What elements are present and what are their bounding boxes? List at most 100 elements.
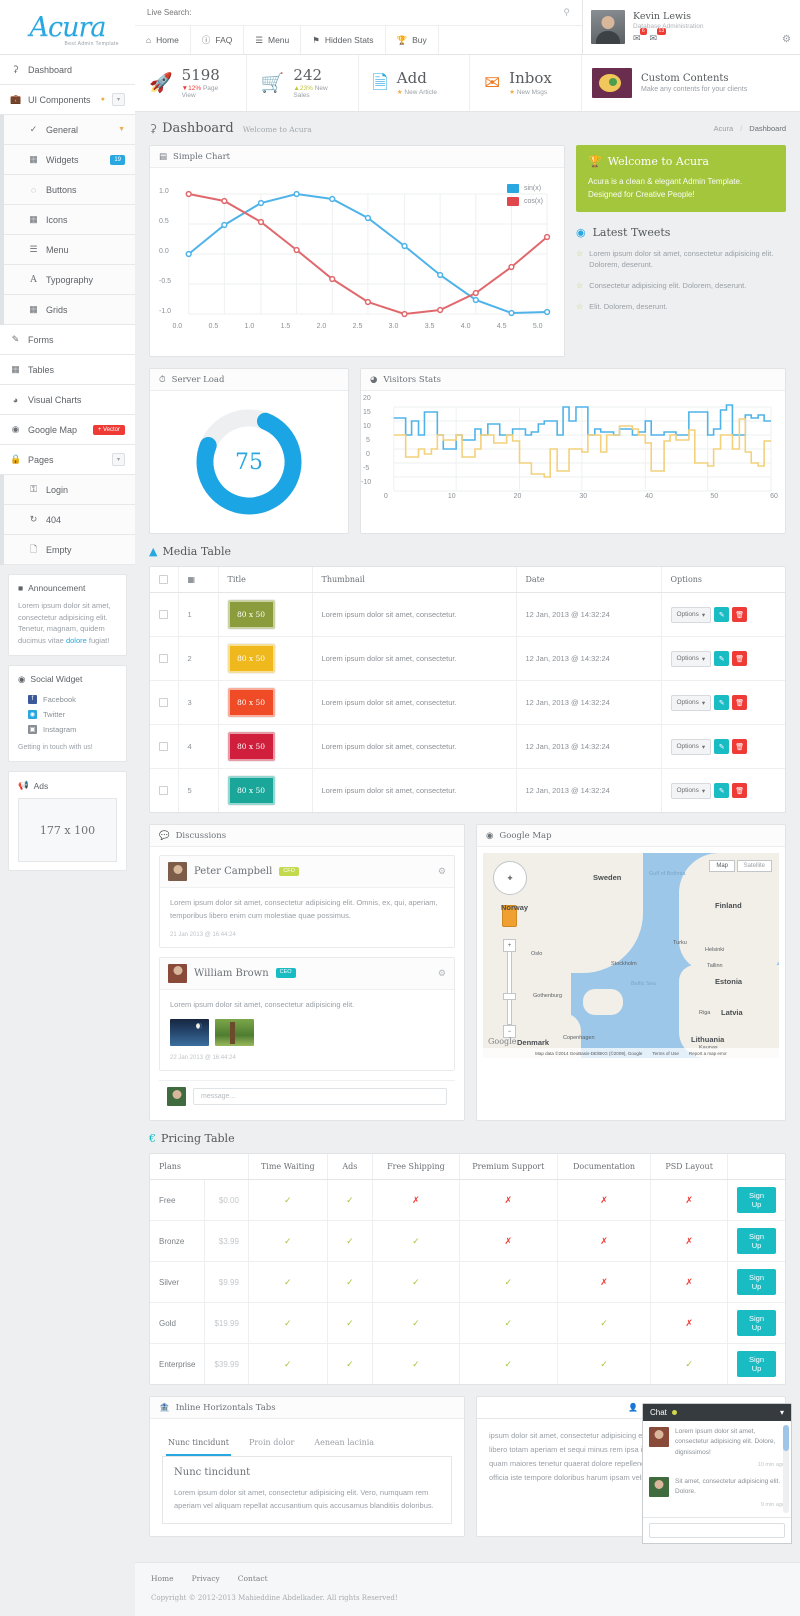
sidebar-item-google-map[interactable]: ◉ Google Map + Vector: [0, 415, 135, 445]
social-link-facebook[interactable]: f Facebook: [18, 692, 117, 707]
table-row[interactable]: Gold $19.99 ✓ ✓ ✓ ✓ ✓ ✗ Sign Up: [150, 1303, 785, 1344]
edit-button[interactable]: ✎: [714, 783, 729, 798]
table-row[interactable]: 1 80 x 50 Lorem ipsum dolor sit amet, co…: [150, 593, 785, 637]
ads-placeholder[interactable]: 177 x 100: [18, 798, 117, 862]
map-zoom-in-button[interactable]: +: [503, 939, 516, 952]
chevron-down-icon[interactable]: ▾: [112, 93, 125, 106]
sidebar-item-widgets[interactable]: ▦ Widgets 19: [4, 145, 135, 175]
signup-button[interactable]: Sign Up: [737, 1228, 776, 1254]
row-checkbox[interactable]: [159, 610, 168, 619]
select-all-checkbox[interactable]: [159, 575, 168, 584]
delete-button[interactable]: 🗑: [732, 695, 747, 710]
delete-button[interactable]: 🗑: [732, 783, 747, 798]
footer-link-home[interactable]: Home: [151, 1574, 174, 1583]
menu-item-home[interactable]: ⌂Home: [135, 26, 191, 54]
sidebar-item-forms[interactable]: ✎ Forms: [0, 325, 135, 355]
delete-button[interactable]: 🗑: [732, 607, 747, 622]
row-checkbox[interactable]: [159, 786, 168, 795]
sidebar-item-login[interactable]: ⚿ Login: [4, 475, 135, 505]
edit-button[interactable]: ✎: [714, 607, 729, 622]
table-row[interactable]: Bronze $3.99 ✓ ✓ ✓ ✗ ✗ ✗ Sign Up: [150, 1221, 785, 1262]
breadcrumb-item-acura[interactable]: Acura: [714, 124, 734, 133]
table-row[interactable]: 2 80 x 50 Lorem ipsum dolor sit amet, co…: [150, 637, 785, 681]
row-checkbox[interactable]: [159, 698, 168, 707]
signup-button[interactable]: Sign Up: [737, 1187, 776, 1213]
sidebar-item-icons[interactable]: ▦ Icons: [4, 205, 135, 235]
row-checkbox[interactable]: [159, 742, 168, 751]
sidebar-item-dashboard[interactable]: ⚳ Dashboard: [0, 55, 135, 85]
menu-item-hidden-stats[interactable]: ⚑Hidden Stats: [301, 26, 385, 54]
night-lake-photo[interactable]: [170, 1019, 209, 1046]
stat-add-article[interactable]: 🗎 Add ★ New Article: [359, 55, 471, 111]
gear-icon[interactable]: ⚙: [782, 34, 791, 45]
sidebar-item-grids[interactable]: ▦ Grids: [4, 295, 135, 325]
sidebar-item-ui-components[interactable]: 💼 UI Components ● ▾: [0, 85, 135, 115]
footer-link-contact[interactable]: Contact: [238, 1574, 268, 1583]
chat-collapse-icon[interactable]: ▾: [780, 1408, 784, 1417]
options-dropdown-button[interactable]: Options▾: [671, 695, 712, 711]
social-link-twitter[interactable]: ◉ Twitter: [18, 707, 117, 722]
comments-notification[interactable]: ✉ 6: [633, 33, 641, 44]
table-row[interactable]: 3 80 x 50 Lorem ipsum dolor sit amet, co…: [150, 681, 785, 725]
menu-item-buy[interactable]: 🏆Buy: [386, 26, 439, 54]
sidebar-item-pages[interactable]: 🔒 Pages ▾: [0, 445, 135, 475]
user-panel[interactable]: Kevin Lewis Database Administration ✉ 6 …: [582, 0, 800, 54]
search-icon[interactable]: ⚲: [563, 7, 570, 18]
footer-link-privacy[interactable]: Privacy: [192, 1574, 220, 1583]
tab-nunc-tincidunt[interactable]: Nunc tincidunt: [166, 1431, 231, 1456]
gear-icon[interactable]: ⚙: [438, 866, 446, 877]
table-row[interactable]: Silver $9.99 ✓ ✓ ✓ ✓ ✗ ✗ Sign Up: [150, 1262, 785, 1303]
brand-logo[interactable]: Acura Best Admin Template: [0, 0, 135, 55]
stat-inbox[interactable]: ✉ Inbox ★ New Msgs: [470, 55, 582, 111]
map-report-link[interactable]: Report a map error: [689, 1051, 727, 1056]
map-zoom-handle[interactable]: [503, 993, 516, 1000]
sidebar-item-buttons[interactable]: ◌ Buttons: [4, 175, 135, 205]
options-dropdown-button[interactable]: Options▾: [671, 607, 712, 623]
row-checkbox[interactable]: [159, 654, 168, 663]
sidebar-item-general[interactable]: ✓ General ▼: [4, 115, 135, 145]
stat-page-view[interactable]: 🚀 5198 ▼12% Page View: [135, 55, 247, 111]
stat-new-sales[interactable]: 🛒 242 ▲23% New Sales: [247, 55, 359, 111]
tab-proin-dolor[interactable]: Proin dolor: [247, 1431, 296, 1456]
message-input[interactable]: message...: [193, 1088, 447, 1105]
options-dropdown-button[interactable]: Options▾: [671, 739, 712, 755]
options-dropdown-button[interactable]: Options▾: [671, 783, 712, 799]
tab-aenean-lacinia[interactable]: Aenean lacinia: [312, 1431, 376, 1456]
edit-button[interactable]: ✎: [714, 739, 729, 754]
table-row[interactable]: 4 80 x 50 Lorem ipsum dolor sit amet, co…: [150, 725, 785, 769]
sidebar-item-menu[interactable]: ☰ Menu: [4, 235, 135, 265]
table-row[interactable]: Free $0.00 ✓ ✓ ✗ ✗ ✗ ✗ Sign Up: [150, 1180, 785, 1221]
social-link-instagram[interactable]: ▣ Instagram: [18, 722, 117, 737]
options-dropdown-button[interactable]: Options▾: [671, 651, 712, 667]
chevron-down-icon[interactable]: ▾: [112, 453, 125, 466]
custom-contents[interactable]: Custom Contents Make any contents for yo…: [582, 55, 800, 111]
map-terms-link[interactable]: Terms of Use: [652, 1051, 679, 1056]
sidebar-item-typography[interactable]: A Typography: [4, 265, 135, 295]
chat-scrollbar[interactable]: [783, 1425, 789, 1513]
menu-item-menu[interactable]: ☰Menu: [244, 26, 301, 54]
edit-button[interactable]: ✎: [714, 651, 729, 666]
map-type-satellite-button[interactable]: Satellite: [737, 860, 772, 872]
delete-button[interactable]: 🗑: [732, 739, 747, 754]
map-pan-control[interactable]: ✚: [493, 861, 527, 895]
messages-notification[interactable]: ✉ 13: [650, 33, 658, 44]
chat-header[interactable]: Chat ▾: [643, 1404, 791, 1421]
sidebar-item-empty[interactable]: 🗋 Empty: [4, 535, 135, 565]
row-checkbox-cell[interactable]: [150, 725, 178, 769]
table-row[interactable]: Enterprise $39.99 ✓ ✓ ✓ ✓ ✓ ✓ Sign Up: [150, 1344, 785, 1385]
sidebar-item-404[interactable]: ↻ 404: [4, 505, 135, 535]
row-checkbox-cell[interactable]: [150, 593, 178, 637]
search-input[interactable]: [147, 8, 557, 17]
signup-button[interactable]: Sign Up: [737, 1351, 776, 1377]
menu-item-faq[interactable]: ⓘFAQ: [191, 26, 245, 54]
sidebar-item-tables[interactable]: ▦ Tables: [0, 355, 135, 385]
chat-input[interactable]: [649, 1523, 785, 1538]
map-type-map-button[interactable]: Map: [709, 860, 735, 872]
sidebar-item-visual-charts[interactable]: ◕ Visual Charts: [0, 385, 135, 415]
delete-button[interactable]: 🗑: [732, 651, 747, 666]
row-checkbox-cell[interactable]: [150, 681, 178, 725]
row-checkbox-cell[interactable]: [150, 637, 178, 681]
forest-tree-photo[interactable]: [215, 1019, 254, 1046]
table-row[interactable]: 5 80 x 50 Lorem ipsum dolor sit amet, co…: [150, 769, 785, 813]
map-zoom-slider[interactable]: [508, 952, 511, 1024]
